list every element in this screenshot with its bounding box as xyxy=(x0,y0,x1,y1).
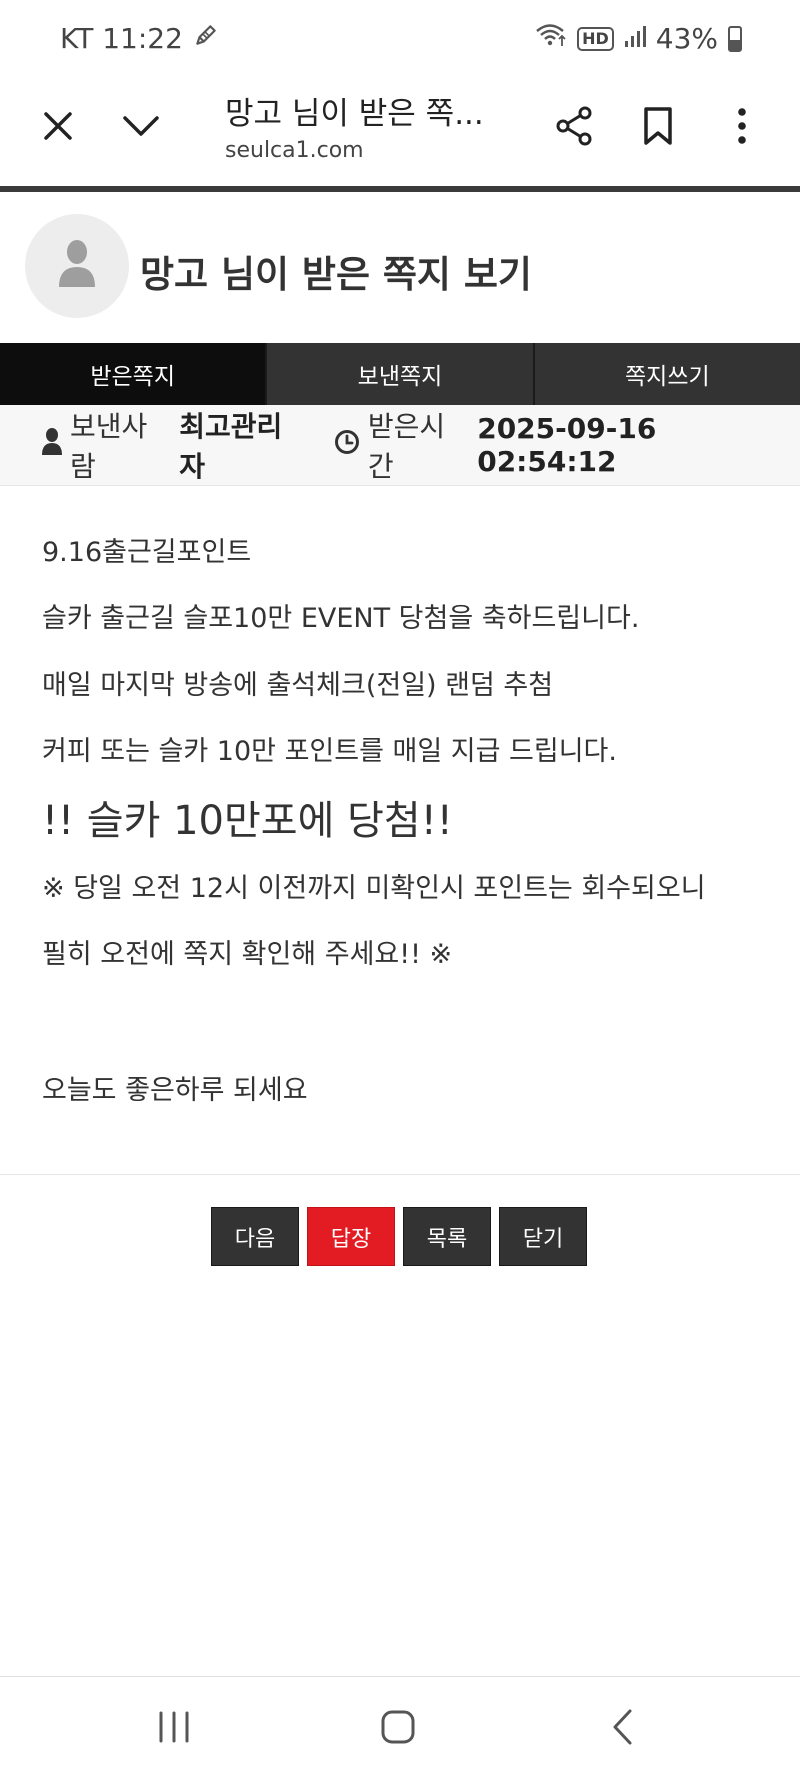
carrier-time: KT 11:22 xyxy=(60,22,183,55)
system-nav-bar xyxy=(0,1676,800,1779)
sender-info: 보낸사람 최고관리자 xyxy=(42,405,306,485)
message-line: 커피 또는 슬카 10만 포인트를 매일 지급 드립니다. xyxy=(42,736,617,767)
status-left: KT 11:22 xyxy=(60,22,219,55)
battery-level xyxy=(730,40,740,50)
message-line: 오늘도 좋은하루 되세요 xyxy=(42,1075,308,1106)
next-button[interactable]: 다음 xyxy=(211,1207,299,1266)
content-divider xyxy=(0,1174,800,1175)
battery-icon xyxy=(728,25,742,52)
recent-apps-icon[interactable] xyxy=(134,1697,214,1757)
message-line: ※ 당일 오전 12시 이전까지 미확인시 포인트는 회수되오니 xyxy=(42,873,706,904)
message-tabs: 받은쪽지 보낸쪽지 쪽지쓰기 xyxy=(0,343,800,405)
pen-icon xyxy=(193,22,219,55)
message-line: 슬카 출근길 슬포10만 EVENT 당첨을 축하드립니다. xyxy=(42,603,640,634)
tab-sent[interactable]: 보낸쪽지 xyxy=(267,343,535,405)
status-bar: KT 11:22 HD 43% xyxy=(0,0,800,80)
share-icon[interactable] xyxy=(545,96,605,156)
more-vert-icon[interactable] xyxy=(712,96,772,156)
list-button[interactable]: 목록 xyxy=(403,1207,491,1266)
message-actions: 다음 답장 목록 닫기 xyxy=(211,1207,587,1266)
tab-received[interactable]: 받은쪽지 xyxy=(0,343,268,405)
chevron-down-icon[interactable] xyxy=(111,96,171,156)
message-line: 매일 마지막 방송에 출석체크(전일) 랜덤 추첨 xyxy=(42,670,554,701)
bookmark-icon[interactable] xyxy=(628,96,688,156)
received-time-info: 받은시간 2025-09-16 02:54:12 xyxy=(334,405,800,485)
battery-percent: 43% xyxy=(655,22,718,55)
user-icon xyxy=(42,427,62,463)
message-line: 9.16출근길포인트 xyxy=(42,537,252,568)
hd-voice-icon: HD xyxy=(577,26,614,51)
url-text[interactable]: seulca1.com xyxy=(225,138,364,163)
browser-toolbar: 망고 님이 받은 쪽... seulca1.com xyxy=(0,80,800,186)
tab-title[interactable]: 망고 님이 받은 쪽... xyxy=(225,88,484,133)
close-icon[interactable] xyxy=(28,96,88,156)
back-icon[interactable] xyxy=(582,1697,662,1757)
signal-icon xyxy=(624,22,646,55)
page-title: 망고 님이 받은 쪽지 보기 xyxy=(140,253,532,296)
wifi-icon xyxy=(535,22,567,55)
sender-label: 보낸사람 xyxy=(70,410,148,483)
tab-compose[interactable]: 쪽지쓰기 xyxy=(534,343,800,405)
clock-icon xyxy=(334,429,360,462)
message-line: 필히 오전에 쪽지 확인해 주세요!! ※ xyxy=(42,939,453,970)
message-meta: 보낸사람 최고관리자 받은시간 2025-09-16 02:54:12 xyxy=(0,405,800,486)
sender-name: 최고관리자 xyxy=(179,410,283,483)
reply-button[interactable]: 답장 xyxy=(307,1207,395,1266)
home-icon[interactable] xyxy=(358,1697,438,1757)
status-right: HD 43% xyxy=(535,22,742,55)
avatar xyxy=(25,214,129,318)
user-icon xyxy=(57,239,97,293)
time-label: 받은시간 xyxy=(367,410,446,483)
page-header: 망고 님이 받은 쪽지 보기 xyxy=(0,192,800,342)
received-time: 2025-09-16 02:54:12 xyxy=(477,412,657,478)
close-button[interactable]: 닫기 xyxy=(499,1207,587,1266)
message-highlight: !! 슬카 10만포에 당첨!! xyxy=(42,798,453,844)
